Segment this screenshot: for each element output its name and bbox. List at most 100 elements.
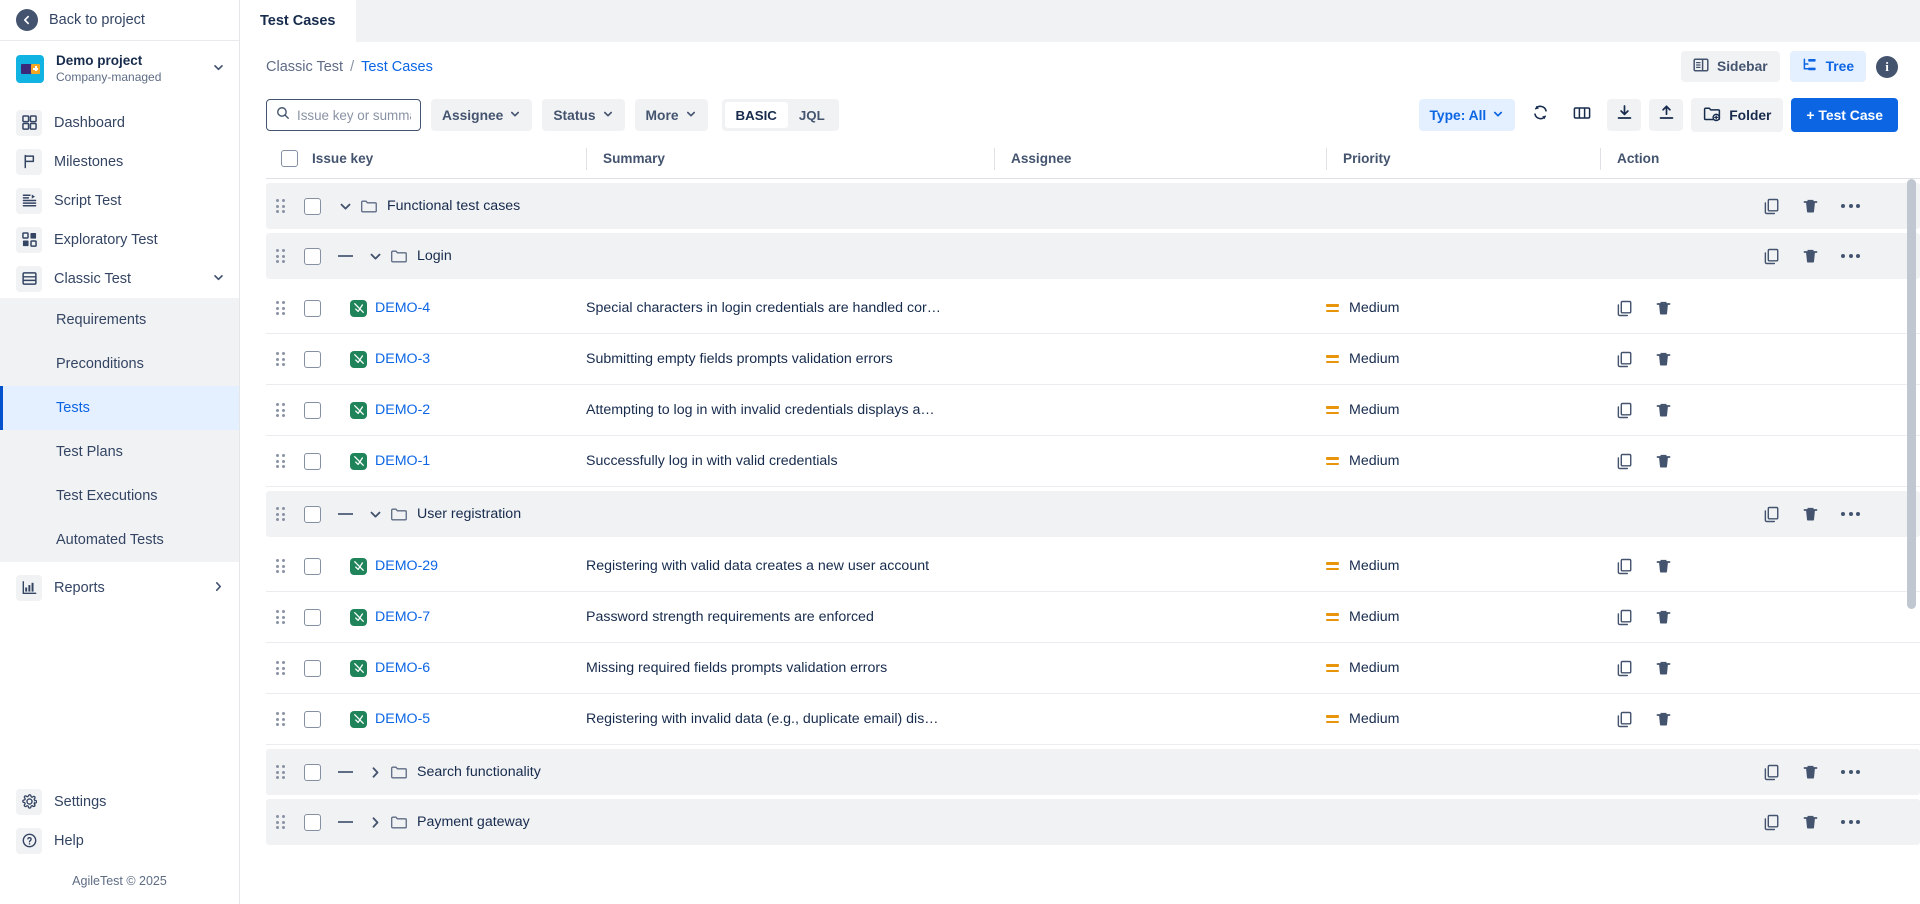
issue-key-link[interactable]: DEMO-7	[375, 609, 430, 625]
add-test-case-button[interactable]: + Test Case	[1791, 98, 1898, 132]
table-row[interactable]: DEMO-7Password strength requirements are…	[266, 592, 1920, 643]
row-checkbox[interactable]	[304, 660, 321, 677]
breadcrumb-root[interactable]: Classic Test	[266, 59, 343, 75]
clone-test-case-button[interactable]	[1616, 711, 1633, 728]
drag-handle-icon[interactable]	[276, 507, 285, 521]
sidebar-item-preconditions[interactable]: Preconditions	[0, 342, 239, 386]
table-row[interactable]: DEMO-29Registering with valid data creat…	[266, 541, 1920, 592]
column-header-issue-key[interactable]: Issue key	[312, 139, 586, 179]
drag-handle[interactable]	[266, 815, 294, 829]
row-checkbox[interactable]	[304, 453, 321, 470]
clone-test-case-button[interactable]	[1616, 402, 1633, 419]
table-scrollbar[interactable]	[1907, 179, 1916, 904]
clone-folder-button[interactable]	[1763, 814, 1780, 831]
sidebar-item-automated-tests[interactable]: Automated Tests	[0, 518, 239, 562]
chevron-down-icon[interactable]	[330, 199, 360, 214]
folder-row[interactable]: Search functionality	[266, 749, 1920, 795]
delete-test-case-button[interactable]	[1655, 660, 1672, 677]
clone-test-case-button[interactable]	[1616, 609, 1633, 626]
chevron-down-icon[interactable]	[360, 249, 390, 264]
sidebar-toggle-button[interactable]: Sidebar	[1681, 51, 1780, 82]
drag-handle-icon[interactable]	[276, 815, 285, 829]
table-row[interactable]: DEMO-2Attempting to log in with invalid …	[266, 385, 1920, 436]
table-row[interactable]: DEMO-6Missing required fields prompts va…	[266, 643, 1920, 694]
jql-mode-option[interactable]: JQL	[788, 102, 836, 128]
chevron-right-icon[interactable]	[360, 815, 390, 830]
drag-handle-icon[interactable]	[276, 352, 285, 366]
add-folder-button[interactable]: Folder	[1691, 98, 1783, 132]
delete-folder-button[interactable]	[1802, 198, 1819, 215]
delete-test-case-button[interactable]	[1655, 300, 1672, 317]
sidebar-item-requirements[interactable]: Requirements	[0, 298, 239, 342]
drag-handle[interactable]	[266, 610, 294, 624]
more-filter-dropdown[interactable]: More	[635, 99, 708, 131]
table-row[interactable]: DEMO-3Submitting empty fields prompts va…	[266, 334, 1920, 385]
chevron-right-icon[interactable]	[212, 580, 225, 596]
delete-test-case-button[interactable]	[1655, 558, 1672, 575]
sidebar-item-script-test[interactable]: Script Test	[0, 181, 239, 220]
drag-handle-icon[interactable]	[276, 610, 285, 624]
drag-handle-icon[interactable]	[276, 199, 285, 213]
drag-handle-icon[interactable]	[276, 403, 285, 417]
sidebar-item-classic-test[interactable]: Classic Test	[0, 259, 239, 298]
clone-test-case-button[interactable]	[1616, 351, 1633, 368]
download-button[interactable]	[1607, 99, 1641, 131]
clone-test-case-button[interactable]	[1616, 300, 1633, 317]
drag-handle[interactable]	[266, 661, 294, 675]
sidebar-item-test-executions[interactable]: Test Executions	[0, 474, 239, 518]
drag-handle[interactable]	[266, 403, 294, 417]
column-header-assignee[interactable]: Assignee	[994, 148, 1326, 170]
delete-folder-button[interactable]	[1802, 248, 1819, 265]
clone-folder-button[interactable]	[1763, 248, 1780, 265]
tab-test-cases[interactable]: Test Cases	[240, 0, 356, 42]
issue-key-link[interactable]: DEMO-2	[375, 402, 430, 418]
more-actions-icon[interactable]	[1841, 204, 1860, 208]
columns-button[interactable]	[1565, 99, 1599, 131]
delete-test-case-button[interactable]	[1655, 609, 1672, 626]
issue-key-link[interactable]: DEMO-1	[375, 453, 430, 469]
table-row[interactable]: DEMO-4Special characters in login creden…	[266, 283, 1920, 334]
folder-row[interactable]: Payment gateway	[266, 799, 1920, 845]
row-checkbox[interactable]	[304, 506, 321, 523]
sidebar-item-tests[interactable]: Tests	[0, 386, 239, 430]
search-input[interactable]	[297, 108, 411, 123]
row-checkbox[interactable]	[304, 558, 321, 575]
issue-key-link[interactable]: DEMO-29	[375, 558, 438, 574]
issue-key-link[interactable]: DEMO-6	[375, 660, 430, 676]
table-row[interactable]: DEMO-1Successfully log in with valid cre…	[266, 436, 1920, 487]
drag-handle-icon[interactable]	[276, 249, 285, 263]
sidebar-item-dashboard[interactable]: Dashboard	[0, 103, 239, 142]
breadcrumb-current[interactable]: Test Cases	[361, 59, 433, 75]
select-all-checkbox[interactable]	[281, 150, 298, 167]
sidebar-item-help[interactable]: Help	[0, 821, 239, 860]
drag-handle[interactable]	[266, 712, 294, 726]
project-switcher[interactable]: Demo project Company-managed	[0, 41, 239, 97]
folder-row[interactable]: Functional test cases	[266, 183, 1920, 229]
clone-test-case-button[interactable]	[1616, 660, 1633, 677]
column-header-action[interactable]: Action	[1600, 148, 1920, 170]
row-checkbox[interactable]	[304, 198, 321, 215]
row-checkbox[interactable]	[304, 248, 321, 265]
delete-test-case-button[interactable]	[1655, 711, 1672, 728]
more-actions-icon[interactable]	[1841, 254, 1860, 258]
drag-handle[interactable]	[266, 199, 294, 213]
more-actions-icon[interactable]	[1841, 770, 1860, 774]
folder-row[interactable]: Login	[266, 233, 1920, 279]
drag-handle[interactable]	[266, 454, 294, 468]
row-checkbox[interactable]	[304, 300, 321, 317]
row-checkbox[interactable]	[304, 711, 321, 728]
sidebar-item-milestones[interactable]: Milestones	[0, 142, 239, 181]
drag-handle-icon[interactable]	[276, 454, 285, 468]
back-to-project-button[interactable]: Back to project	[0, 0, 239, 41]
delete-folder-button[interactable]	[1802, 506, 1819, 523]
status-filter-dropdown[interactable]: Status	[542, 99, 624, 131]
drag-handle[interactable]	[266, 352, 294, 366]
clone-test-case-button[interactable]	[1616, 453, 1633, 470]
issue-key-link[interactable]: DEMO-5	[375, 711, 430, 727]
upload-button[interactable]	[1649, 99, 1683, 131]
column-header-priority[interactable]: Priority	[1326, 148, 1600, 170]
row-checkbox[interactable]	[304, 351, 321, 368]
more-actions-icon[interactable]	[1841, 820, 1860, 824]
drag-handle[interactable]	[266, 507, 294, 521]
sidebar-item-test-plans[interactable]: Test Plans	[0, 430, 239, 474]
